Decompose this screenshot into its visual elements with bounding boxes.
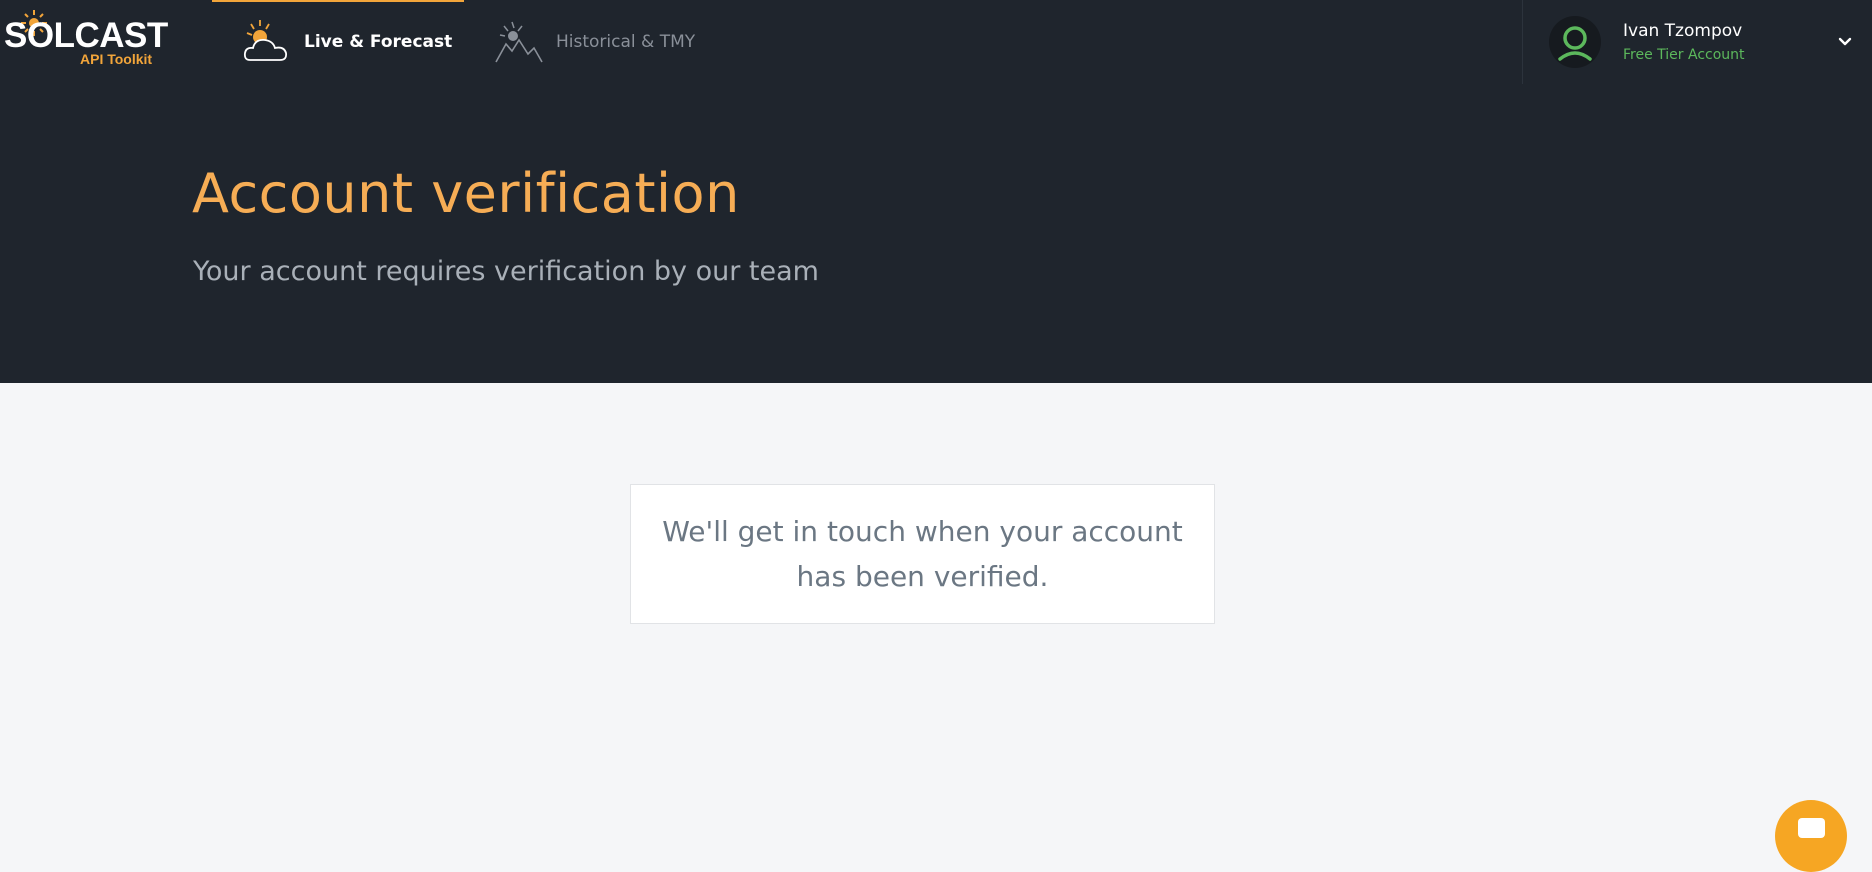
verification-message-card: We'll get in touch when your account has… bbox=[630, 484, 1215, 624]
user-avatar-icon bbox=[1558, 26, 1592, 61]
user-name: Ivan Tzompov bbox=[1623, 21, 1743, 41]
logo-wordmark: SOLCAST bbox=[4, 16, 168, 55]
chat-button[interactable] bbox=[1775, 800, 1847, 872]
top-nav-bar: SOLCAST API Toolkit Live & Forecast Hist… bbox=[0, 0, 1872, 84]
page-title: Account verification bbox=[192, 162, 740, 225]
nav-live-forecast[interactable]: Live & Forecast bbox=[242, 18, 452, 66]
sun-cloud-icon bbox=[243, 20, 288, 61]
active-nav-indicator bbox=[212, 0, 464, 2]
page-subtitle: Your account requires verification by ou… bbox=[193, 256, 819, 287]
page-header: Account verification Your account requir… bbox=[0, 84, 1872, 383]
sun-mountain-icon bbox=[495, 21, 543, 63]
chat-icon bbox=[1798, 818, 1825, 838]
user-menu[interactable]: Ivan Tzompov Free Tier Account bbox=[1522, 0, 1872, 84]
user-tier: Free Tier Account bbox=[1623, 47, 1745, 63]
user-avatar[interactable] bbox=[1549, 16, 1601, 68]
chevron-down-icon[interactable] bbox=[1837, 34, 1853, 50]
nav-live-forecast-label: Live & Forecast bbox=[304, 32, 453, 52]
solcast-logo[interactable]: SOLCAST API Toolkit bbox=[4, 10, 168, 70]
verification-message: We'll get in touch when your account has… bbox=[662, 515, 1183, 593]
nav-historical-tmy[interactable]: Historical & TMY bbox=[494, 18, 695, 66]
logo-subtitle: API Toolkit bbox=[80, 51, 153, 67]
nav-historical-tmy-label: Historical & TMY bbox=[556, 32, 696, 52]
